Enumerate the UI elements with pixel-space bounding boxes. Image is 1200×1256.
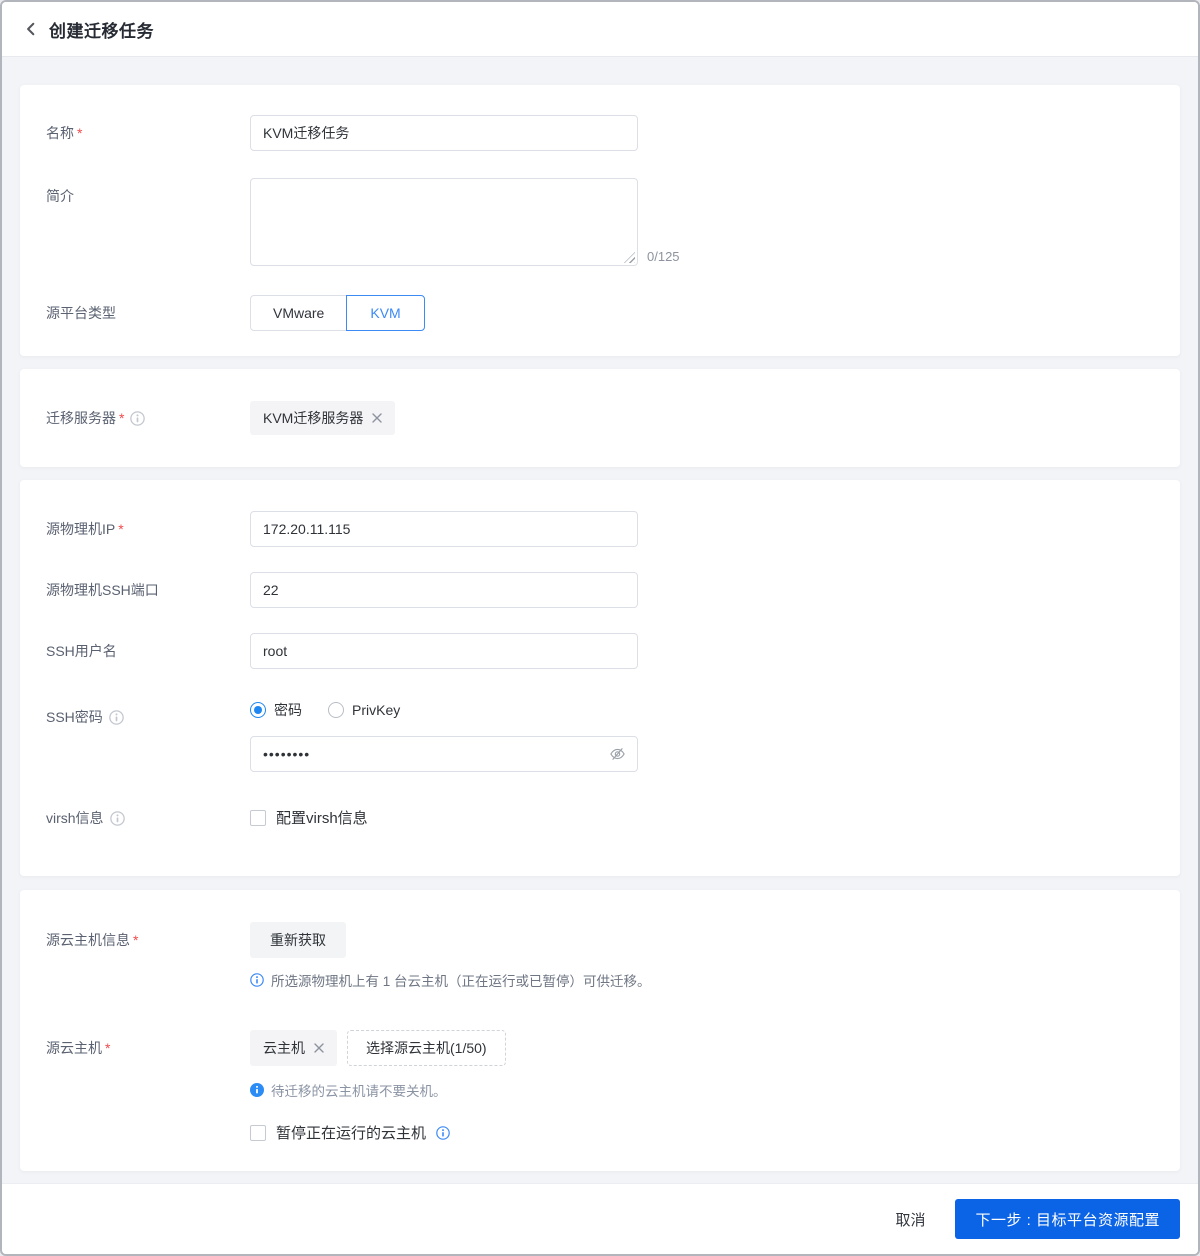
pause-checkbox-row: 暂停正在运行的云主机 <box>250 1122 506 1143</box>
name-label-col: 名称 * <box>20 115 250 143</box>
platform-option-vmware[interactable]: VMware <box>250 295 348 331</box>
ssh-port-row: 源物理机SSH端口 <box>20 572 1180 608</box>
create-migration-task-page: 创建迁移任务 名称* 简介 <box>0 0 1200 1256</box>
radio-password[interactable] <box>250 702 266 718</box>
ssh-password-label-col: SSH密码 <box>20 699 250 727</box>
virsh-label-col: virsh信息 <box>20 807 250 828</box>
source-ip-label: 源物理机IP <box>46 521 116 537</box>
ssh-user-input[interactable] <box>250 633 638 669</box>
vm-info-label: 源云主机信息 <box>46 932 130 948</box>
server-tag-label: KVM迁移服务器 <box>263 410 364 426</box>
next-step-button[interactable]: 下一步 : 目标平台资源配置 <box>955 1199 1180 1239</box>
info-icon[interactable] <box>110 811 125 826</box>
cancel-button[interactable]: 取消 <box>895 1209 925 1230</box>
basic-info-card: 名称* 简介 0/125 <box>20 85 1180 356</box>
radio-privkey[interactable] <box>328 702 344 718</box>
name-row: 名称 * <box>20 115 1180 151</box>
platform-label: 源平台类型 <box>46 305 116 321</box>
page-title: 创建迁移任务 <box>49 21 154 41</box>
eye-off-icon <box>609 746 626 763</box>
source-vm-card: 源云主机信息 * 重新获取 所选源物理机上有 1 台云主机（正在运行或已暂停）可供… <box>20 890 1180 1171</box>
source-host-card: 源物理机IP* 源物理机SSH端口 SSH用户名 <box>20 480 1180 876</box>
close-icon <box>372 413 382 423</box>
virsh-checkbox-row: 配置virsh信息 <box>250 807 368 828</box>
form-body: 名称* 简介 0/125 <box>2 57 1198 1183</box>
vm-select-label: 源云主机 <box>46 1040 102 1056</box>
name-label: 名称 <box>46 125 74 141</box>
server-row: 迁移服务器 * KVM迁移服务器 <box>20 401 1180 435</box>
ssh-password-label: SSH密码 <box>46 709 103 725</box>
pause-checkbox-label[interactable]: 暂停正在运行的云主机 <box>276 1122 426 1143</box>
select-source-vm-button[interactable]: 选择源云主机(1/50) <box>347 1030 506 1066</box>
ssh-port-input[interactable] <box>250 572 638 608</box>
char-counter: 0/125 <box>647 249 680 264</box>
auth-type-radios: 密码 PrivKey <box>250 699 638 721</box>
close-icon <box>314 1043 324 1053</box>
vm-select-label-col: 源云主机 * <box>20 1030 250 1058</box>
vm-info-label-col: 源云主机信息 * <box>20 922 250 950</box>
remove-server-tag-button[interactable] <box>372 413 382 423</box>
ssh-password-row: SSH密码 密码 PrivKey <box>20 699 1180 772</box>
ssh-port-label: 源物理机SSH端口 <box>46 582 159 598</box>
pause-checkbox[interactable] <box>250 1124 266 1141</box>
virsh-label: virsh信息 <box>46 810 104 826</box>
vm-select-hint-text: 待迁移的云主机请不要关机。 <box>271 1084 447 1099</box>
name-input[interactable] <box>250 115 638 151</box>
server-label-col: 迁移服务器 * <box>20 401 250 428</box>
ssh-user-label-col: SSH用户名 <box>20 633 250 661</box>
remove-vm-tag-button[interactable] <box>314 1043 324 1053</box>
ssh-user-label: SSH用户名 <box>46 643 117 659</box>
page-header: 创建迁移任务 <box>2 2 1198 57</box>
vm-tag-label: 云主机 <box>263 1040 305 1056</box>
server-label: 迁移服务器 <box>46 410 116 426</box>
virsh-checkbox-label[interactable]: 配置virsh信息 <box>276 807 368 828</box>
virsh-checkbox[interactable] <box>250 809 266 826</box>
info-icon <box>250 1083 264 1097</box>
required-mark: * <box>105 1040 111 1056</box>
source-ip-label-col: 源物理机IP * <box>20 511 250 539</box>
platform-row: 源平台类型 VMware KVM <box>20 295 1180 331</box>
required-mark: * <box>119 410 125 426</box>
info-icon <box>250 973 264 987</box>
platform-option-kvm[interactable]: KVM <box>346 295 425 331</box>
chevron-left-icon <box>24 22 38 36</box>
password-field <box>250 736 638 772</box>
info-icon[interactable] <box>436 1126 450 1140</box>
vm-info-row: 源云主机信息 * 重新获取 所选源物理机上有 1 台云主机（正在运行或已暂停）可供… <box>20 922 1180 990</box>
source-ip-input[interactable] <box>250 511 638 547</box>
required-mark: * <box>118 521 124 537</box>
toggle-password-visibility-button[interactable] <box>609 746 626 763</box>
ssh-password-input[interactable] <box>250 736 638 772</box>
required-mark: * <box>133 932 139 948</box>
info-icon[interactable] <box>130 411 145 426</box>
server-tag: KVM迁移服务器 <box>250 401 396 435</box>
radio-password-label[interactable]: 密码 <box>274 700 302 720</box>
vm-select-hint: 待迁移的云主机请不要关机。 <box>250 1080 506 1100</box>
vm-tag: 云主机 <box>250 1030 337 1066</box>
ssh-user-row: SSH用户名 <box>20 633 1180 669</box>
refetch-button[interactable]: 重新获取 <box>250 922 346 958</box>
virsh-row: virsh信息 配置virsh信息 <box>20 807 1180 828</box>
ssh-port-label-col: 源物理机SSH端口 <box>20 572 250 600</box>
platform-label-col: 源平台类型 <box>20 295 250 323</box>
vm-info-hint: 所选源物理机上有 1 台云主机（正在运行或已暂停）可供迁移。 <box>250 970 651 990</box>
migration-server-card: 迁移服务器 * KVM迁移服务器 <box>20 369 1180 467</box>
intro-textarea[interactable] <box>250 178 638 266</box>
radio-privkey-label[interactable]: PrivKey <box>352 702 400 718</box>
intro-row: 简介 0/125 <box>20 178 1180 266</box>
vm-select-row: 源云主机 * 云主机 选择源云主机(1/50) 待迁移的云主机请不要关机。 暂停… <box>20 1030 1180 1143</box>
info-icon[interactable] <box>109 710 124 725</box>
intro-label-col: 简介 <box>20 178 250 206</box>
intro-label: 简介 <box>46 188 74 204</box>
page-footer: 取消 下一步 : 目标平台资源配置 <box>2 1183 1198 1254</box>
source-ip-row: 源物理机IP * <box>20 511 1180 547</box>
back-button[interactable] <box>24 22 38 36</box>
vm-info-hint-text: 所选源物理机上有 1 台云主机（正在运行或已暂停）可供迁移。 <box>271 974 651 989</box>
required-mark: * <box>77 125 83 141</box>
platform-toggle: VMware KVM <box>250 295 425 331</box>
